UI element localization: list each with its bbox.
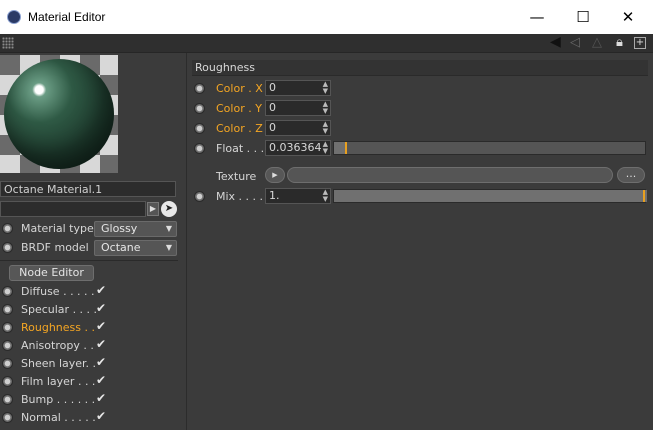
float-value: 0.036364 — [269, 141, 322, 154]
channel-checkbox[interactable]: ✔ — [96, 283, 106, 297]
color-z-label: Color . Z — [216, 122, 263, 135]
channel-radio[interactable] — [2, 376, 13, 387]
channel-radio[interactable] — [2, 286, 13, 297]
material-type-value: Glossy — [101, 222, 138, 235]
channel-label[interactable]: Bump . . . . . . — [21, 393, 95, 406]
close-button[interactable]: ✕ — [605, 0, 651, 34]
color-z-input[interactable]: 0 ▲ ▼ — [265, 120, 331, 136]
color-x-value: 0 — [269, 81, 276, 94]
brdf-model-dropdown[interactable]: Octane ▼ — [94, 240, 177, 256]
left-panel: Octane Material.1 ▶ ➤ Material type Glos… — [0, 53, 186, 430]
mix-slider-marker[interactable] — [643, 190, 645, 202]
channel-checkbox[interactable]: ✔ — [96, 319, 106, 333]
material-type-dropdown[interactable]: Glossy ▼ — [94, 221, 177, 237]
title-bar: Material Editor — ☐ ✕ — [0, 0, 653, 34]
spinner-arrows-icon[interactable]: ▲ ▼ — [323, 121, 328, 135]
cinema4d-app-icon — [7, 10, 21, 24]
right-panel: Roughness Color . X 0 ▲ ▼ Color . Y 0 ▲ ▼ … — [186, 53, 653, 430]
grip-handle-icon[interactable] — [2, 37, 14, 49]
chevron-down-icon: ▼ — [165, 224, 172, 233]
material-type-radio[interactable] — [2, 223, 13, 234]
channel-radio[interactable] — [2, 304, 13, 315]
channel-label[interactable]: Specular . . . . — [21, 303, 97, 316]
brdf-model-radio[interactable] — [2, 242, 13, 253]
preview-sphere — [4, 59, 114, 169]
mix-value: 1. — [269, 189, 280, 202]
texture-label: Texture — [216, 170, 257, 183]
material-name-field[interactable]: Octane Material.1 — [0, 181, 176, 197]
forward-arrow-icon[interactable]: ◁ — [570, 35, 580, 50]
spinner-arrows-icon[interactable]: ▲ ▼ — [323, 81, 328, 95]
maximize-button[interactable]: ☐ — [560, 0, 606, 34]
color-z-value: 0 — [269, 121, 276, 134]
texture-more-button[interactable]: ... — [617, 167, 645, 183]
divider — [0, 260, 178, 261]
spinner-arrows-icon[interactable]: ▲ ▼ — [323, 101, 328, 115]
channel-checkbox[interactable]: ✔ — [96, 391, 106, 405]
brdf-model-value: Octane — [101, 241, 141, 254]
channel-label[interactable]: Sheen layer. . — [21, 357, 96, 370]
up-arrow-icon[interactable]: △ — [592, 35, 602, 50]
back-arrow-icon[interactable]: ◀ — [550, 34, 561, 50]
mix-label: Mix . . . . — [216, 190, 264, 203]
float-input[interactable]: 0.036364 ▲ ▼ — [265, 140, 331, 156]
channel-checkbox[interactable]: ✔ — [96, 355, 106, 369]
color-z-radio[interactable] — [194, 123, 205, 134]
new-panel-icon[interactable]: + — [634, 37, 646, 49]
chevron-down-icon: ▼ — [165, 243, 172, 252]
channel-label[interactable]: Diffuse . . . . . — [21, 285, 95, 298]
material-preview[interactable] — [0, 55, 118, 173]
channel-radio[interactable] — [2, 412, 13, 423]
color-y-input[interactable]: 0 ▲ ▼ — [265, 100, 331, 116]
section-title: Roughness — [192, 60, 648, 76]
channel-checkbox[interactable]: ✔ — [96, 409, 106, 423]
channel-radio[interactable] — [2, 322, 13, 333]
channel-checkbox[interactable]: ✔ — [96, 337, 106, 351]
material-type-label: Material type — [21, 222, 94, 235]
color-y-label: Color . Y — [216, 102, 262, 115]
color-y-radio[interactable] — [194, 103, 205, 114]
mix-slider-fill — [334, 190, 647, 202]
channel-label[interactable]: Anisotropy . . — [21, 339, 94, 352]
color-x-input[interactable]: 0 ▲ ▼ — [265, 80, 331, 96]
channel-radio[interactable] — [2, 394, 13, 405]
channel-label[interactable]: Normal . . . . . — [21, 411, 96, 424]
float-slider-marker[interactable] — [345, 142, 347, 154]
channel-label[interactable]: Film layer . . . — [21, 375, 95, 388]
channel-checkbox[interactable]: ✔ — [96, 373, 106, 387]
lock-icon[interactable]: 🔒︎ — [616, 35, 623, 50]
channel-label[interactable]: Roughness . . — [21, 321, 95, 334]
color-x-label: Color . X — [216, 82, 263, 95]
color-x-radio[interactable] — [194, 83, 205, 94]
float-slider-fill — [334, 142, 345, 154]
mix-input[interactable]: 1. ▲ ▼ — [265, 188, 331, 204]
texture-expand-button[interactable]: ▶ — [265, 167, 285, 183]
channel-radio[interactable] — [2, 340, 13, 351]
color-y-value: 0 — [269, 101, 276, 114]
pick-cursor-icon[interactable]: ➤ — [161, 201, 177, 217]
mix-radio[interactable] — [194, 191, 205, 202]
texture-slot[interactable] — [287, 167, 613, 183]
editor-toolbar: ◀ ◁ △ 🔒︎ + — [0, 34, 653, 53]
minimize-button[interactable]: — — [514, 0, 560, 34]
float-slider[interactable] — [333, 141, 646, 155]
mix-slider[interactable] — [333, 189, 647, 203]
brdf-model-label: BRDF model — [21, 241, 89, 254]
spinner-arrows-icon[interactable]: ▲ ▼ — [323, 189, 328, 203]
channel-radio[interactable] — [2, 358, 13, 369]
float-radio[interactable] — [194, 143, 205, 154]
search-row: ▶ ➤ — [0, 201, 186, 219]
spinner-arrows-icon[interactable]: ▲ ▼ — [323, 141, 328, 155]
channel-checkbox[interactable]: ✔ — [96, 301, 106, 315]
float-label: Float . . . — [216, 142, 265, 155]
node-editor-button[interactable]: Node Editor — [9, 265, 94, 281]
search-field[interactable] — [0, 201, 146, 217]
expand-arrow-icon[interactable]: ▶ — [147, 202, 159, 216]
window-title: Material Editor — [28, 10, 106, 24]
